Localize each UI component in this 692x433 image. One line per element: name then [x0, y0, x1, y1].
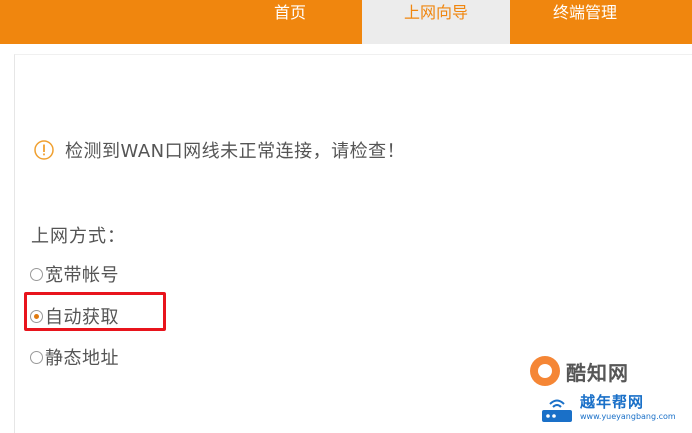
wan-warning: 检测到WAN口网线未正常连接，请检查！ — [34, 136, 405, 164]
option-label: 静态地址 — [45, 348, 119, 369]
option-static-address[interactable]: 静态地址 — [30, 344, 119, 370]
watermark-kuzhi: 酷知网 — [530, 356, 629, 386]
tab-internet-wizard[interactable]: 上网向导 — [362, 0, 510, 44]
warning-text: 检测到WAN口网线未正常连接，请检查！ — [65, 141, 406, 162]
tab-home[interactable]: 首页 — [240, 0, 340, 44]
kuzhi-logo-icon — [530, 356, 560, 386]
top-nav-bar: 首页 上网向导 终端管理 — [0, 0, 692, 44]
watermark-yueyangbang: 越年帮网 www.yueyangbang.com — [540, 392, 676, 426]
warning-circle-icon — [34, 140, 54, 160]
watermark-text: 酷知网 — [566, 360, 629, 385]
watermark-title: 越年帮网 — [580, 393, 645, 411]
watermark-url: www.yueyangbang.com — [580, 412, 676, 421]
option-label: 宽带帐号 — [45, 265, 119, 286]
radio-broadband-account[interactable] — [30, 267, 43, 281]
router-logo-icon — [542, 399, 572, 422]
option-broadband-account[interactable]: 宽带帐号 — [30, 261, 119, 287]
connection-mode-label: 上网方式： — [31, 226, 126, 247]
red-highlight-box — [24, 292, 166, 331]
radio-static-address[interactable] — [30, 350, 43, 364]
tab-terminal-management[interactable]: 终端管理 — [510, 0, 660, 44]
router-admin-page: 首页 上网向导 终端管理 检测到WAN口网线未正常连接，请检查！ 上网方式： 宽… — [0, 0, 692, 433]
